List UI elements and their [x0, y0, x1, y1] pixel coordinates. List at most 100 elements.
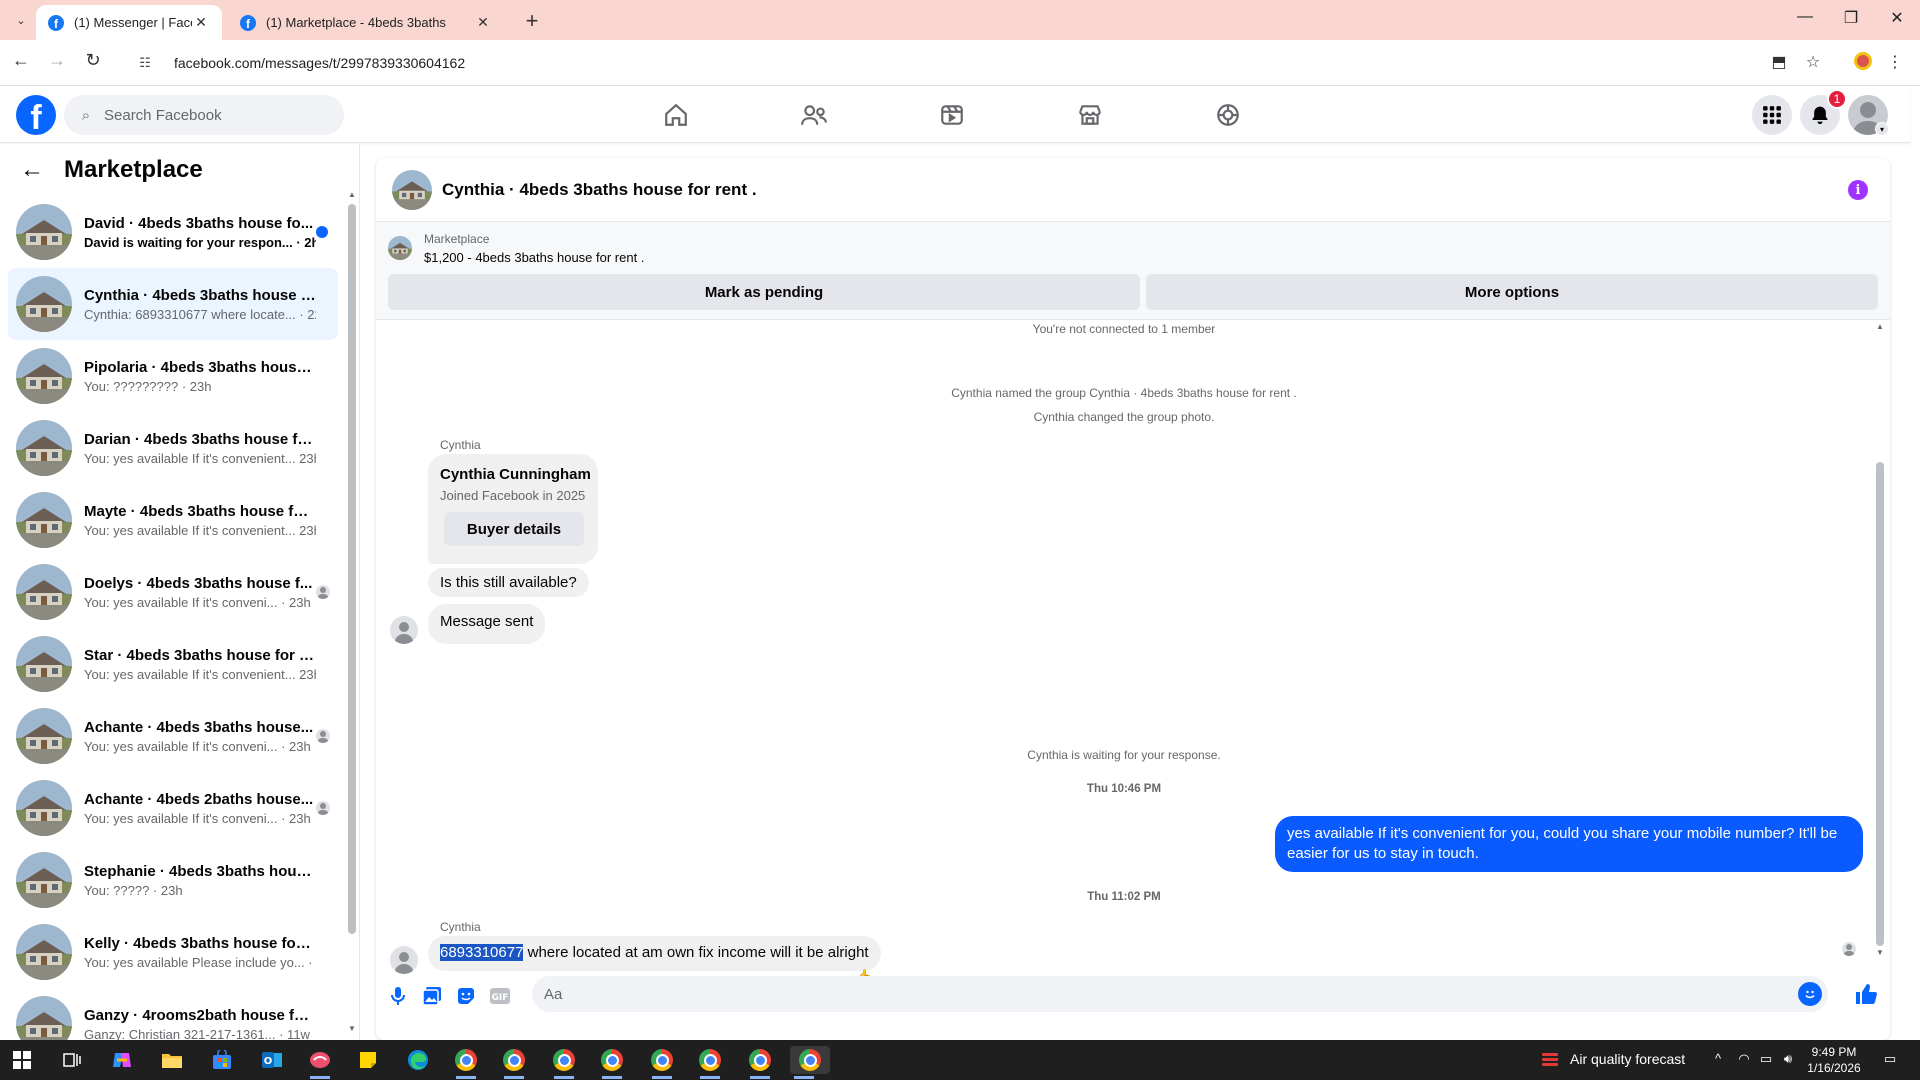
system-message-group-named: Cynthia named the group Cynthia · 4beds … — [951, 386, 1297, 400]
browser-profile-icon[interactable] — [1854, 52, 1872, 70]
battery-icon[interactable]: ▭ — [1756, 1051, 1776, 1067]
conversation-item[interactable]: Darian · 4beds 3baths house for ... You: … — [8, 412, 338, 484]
chrome-taskbar-icon[interactable] — [746, 1046, 774, 1079]
sticker-icon[interactable] — [454, 984, 478, 1008]
site-info-icon[interactable]: ☷ — [130, 55, 160, 71]
back-icon[interactable]: ← — [8, 50, 34, 71]
chrome-taskbar-icon[interactable] — [550, 1046, 578, 1079]
browser-menu-icon[interactable]: ⋮ — [1884, 52, 1906, 72]
chat-scroll-up-arrow-icon[interactable]: ▲ — [1876, 322, 1884, 331]
back-arrow-icon[interactable]: ← — [20, 156, 52, 184]
sticky-notes-icon[interactable] — [354, 1046, 382, 1074]
gaming-icon[interactable] — [1208, 99, 1248, 131]
message-bubble-sent[interactable]: Message sent — [428, 604, 546, 644]
url-field[interactable]: ☷ facebook.com/messages/t/29978393306041… — [122, 46, 1892, 80]
volume-icon[interactable]: 🔊︎ — [1778, 1051, 1798, 1067]
account-chevron-down-icon[interactable]: ▾ — [1875, 122, 1889, 136]
forward-icon[interactable]: → — [44, 50, 70, 71]
air-quality-icon[interactable] — [1536, 1046, 1564, 1074]
file-explorer-icon[interactable] — [158, 1046, 186, 1074]
conversation-item[interactable]: Star · 4beds 3baths house for re... You: … — [8, 628, 338, 700]
notification-center-icon[interactable]: ▭ — [1880, 1051, 1900, 1067]
like-thumbs-up-icon[interactable] — [1854, 982, 1878, 1006]
more-options-button[interactable]: More options — [1146, 274, 1878, 310]
tab-search-chevron-icon[interactable]: ⌄ — [10, 9, 32, 31]
conversation-name: Achante · 4beds 3baths house... — [84, 718, 314, 736]
conversation-item[interactable]: Achante · 4beds 3baths house... You: yes … — [8, 700, 338, 772]
facebook-logo-icon[interactable]: f — [16, 95, 56, 135]
conversation-item[interactable]: Ganzy · 4rooms2bath house for ... Ganzy: … — [8, 988, 338, 1040]
sidebar-scrollbar[interactable] — [348, 204, 356, 934]
gif-icon[interactable]: GIF — [488, 984, 512, 1008]
snipping-tool-icon[interactable] — [306, 1046, 334, 1079]
chat-group-avatar[interactable] — [392, 169, 432, 210]
conversation-name: Pipolaria · 4beds 3baths house f... — [84, 358, 316, 376]
message-input-box[interactable] — [532, 976, 1828, 1012]
emoji-icon[interactable] — [1798, 982, 1822, 1006]
chat-title[interactable]: Cynthia · 4beds 3baths house for rent . — [442, 180, 757, 200]
chrome-taskbar-icon[interactable] — [452, 1046, 480, 1079]
conversation-item[interactable]: Achante · 4beds 2baths house... You: yes … — [8, 772, 338, 844]
friends-icon[interactable] — [794, 99, 834, 131]
chat-scroll-down-arrow-icon[interactable]: ▼ — [1876, 948, 1884, 957]
chrome-taskbar-icon-active[interactable] — [790, 1046, 830, 1079]
chat-header: Cynthia · 4beds 3baths house for rent . … — [376, 158, 1890, 222]
chrome-taskbar-icon[interactable] — [598, 1046, 626, 1079]
wifi-icon[interactable]: ◠ — [1734, 1051, 1754, 1067]
weather-widget-text[interactable]: Air quality forecast — [1570, 1051, 1685, 1067]
listing-thumbnail[interactable] — [388, 236, 412, 260]
tab-marketplace[interactable]: f (1) Marketplace - 4beds 3baths ✕ — [228, 5, 504, 40]
chrome-taskbar-icon[interactable] — [500, 1046, 528, 1079]
chat-scrollbar[interactable] — [1876, 462, 1884, 946]
close-window-icon[interactable]: ✕ — [1882, 8, 1912, 28]
windows-start-icon[interactable] — [8, 1046, 36, 1074]
unread-dot-icon — [316, 226, 328, 238]
bookmark-star-icon[interactable]: ☆ — [1802, 52, 1824, 72]
scroll-down-arrow-icon[interactable]: ▼ — [348, 1024, 356, 1033]
chrome-taskbar-icon[interactable] — [696, 1046, 724, 1079]
system-clock[interactable]: 9:49 PM 1/16/2026 — [1802, 1044, 1866, 1076]
buyer-name: Cynthia Cunningham — [440, 466, 591, 483]
edge-icon[interactable] — [404, 1046, 432, 1074]
new-tab-button[interactable]: + — [520, 8, 544, 34]
photo-attach-icon[interactable] — [420, 984, 444, 1008]
marketplace-icon[interactable] — [1070, 99, 1110, 131]
restore-icon[interactable]: ❐ — [1836, 8, 1866, 28]
install-app-icon[interactable]: ⬒ — [1768, 52, 1790, 72]
chrome-taskbar-icon[interactable] — [648, 1046, 676, 1079]
conversation-item[interactable]: Mayte · 4beds 3baths house for ... You: y… — [8, 484, 338, 556]
conversation-item[interactable]: Cynthia · 4beds 3baths house fo... Cynthi… — [8, 268, 338, 340]
video-icon[interactable] — [932, 99, 972, 131]
menu-grid-icon[interactable] — [1752, 95, 1792, 135]
scroll-up-arrow-icon[interactable]: ▲ — [348, 190, 356, 199]
conversation-item[interactable]: Doelys · 4beds 3baths house f... You: yes… — [8, 556, 338, 628]
task-view-icon[interactable] — [58, 1046, 86, 1074]
conversation-item[interactable]: David · 4beds 3baths house fo... David is… — [8, 196, 338, 268]
buyer-details-button[interactable]: Buyer details — [444, 512, 584, 546]
close-tab-icon[interactable]: ✕ — [192, 14, 210, 31]
outlook-icon[interactable]: O — [258, 1046, 286, 1074]
conversation-item[interactable]: Pipolaria · 4beds 3baths house f... You: … — [8, 340, 338, 412]
minimize-icon[interactable]: — — [1790, 8, 1820, 26]
copilot-icon[interactable] — [108, 1046, 136, 1074]
sender-avatar[interactable] — [390, 616, 418, 644]
search-facebook-box[interactable]: ⌕ Search Facebook — [64, 95, 344, 135]
selected-phone-number[interactable]: 6893310677 — [440, 944, 524, 961]
show-hidden-icons-chevron-icon[interactable]: ^ — [1708, 1051, 1728, 1066]
reload-icon[interactable]: ↻ — [80, 50, 106, 71]
info-icon[interactable]: i — [1848, 180, 1868, 200]
microphone-icon[interactable] — [386, 984, 410, 1008]
message-text: where located at am own fix income will … — [523, 944, 869, 961]
tab-messenger[interactable]: f (1) Messenger | Facebook ✕ — [36, 5, 222, 40]
conversation-item[interactable]: Kelly · 4beds 3baths house for r... You: … — [8, 916, 338, 988]
message-input[interactable] — [544, 985, 1774, 1003]
message-bubble-still-available[interactable]: Is this still available? — [428, 568, 589, 597]
microsoft-store-icon[interactable] — [208, 1046, 236, 1074]
buyer-joined: Joined Facebook in 2025 — [440, 488, 586, 503]
conversation-item[interactable]: Stephanie · 4beds 3baths house ... You: ?… — [8, 844, 338, 916]
listing-description[interactable]: $1,200 - 4beds 3baths house for rent . — [424, 250, 644, 265]
mark-as-pending-button[interactable]: Mark as pending — [388, 274, 1140, 310]
outgoing-message-bubble[interactable]: yes available If it's convenient for you… — [1275, 816, 1863, 872]
close-tab-icon[interactable]: ✕ — [474, 14, 492, 31]
home-icon[interactable] — [656, 99, 696, 131]
